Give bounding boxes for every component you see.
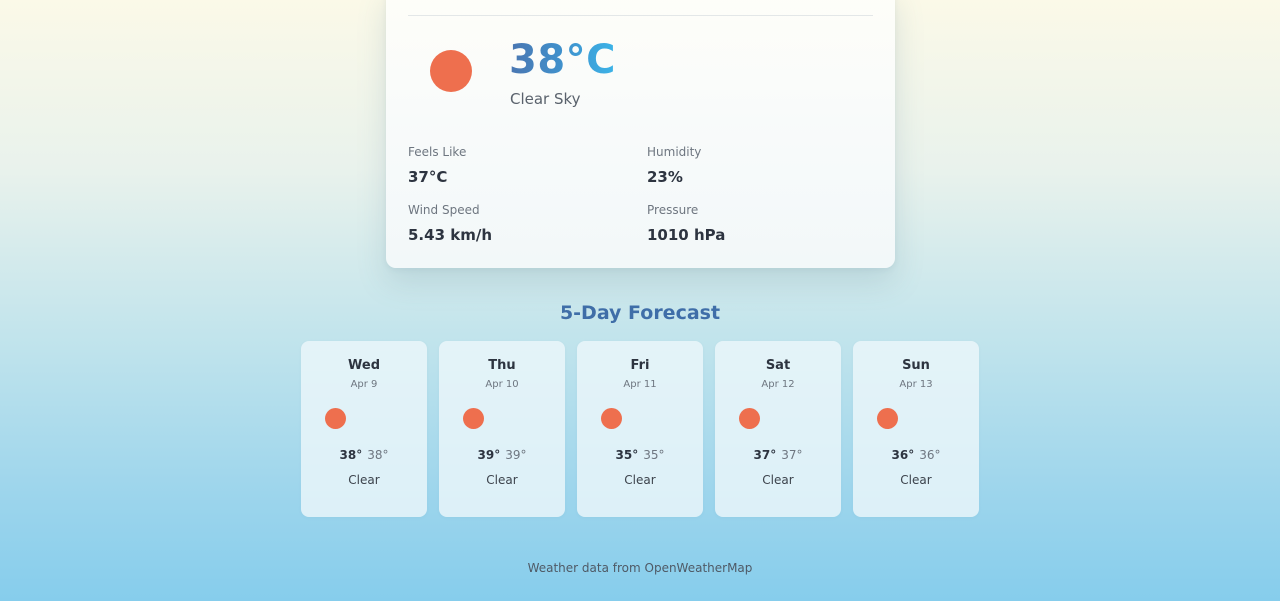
forecast-card-thu: Thu Apr 10 39° 39° Clear: [439, 341, 565, 517]
forecast-title: 5-Day Forecast: [559, 302, 721, 324]
forecast-date: Apr 12: [761, 379, 795, 390]
wind-speed-value: 5.43 km/h: [408, 226, 492, 244]
footer-attribution: Weather data from OpenWeatherMap: [527, 561, 753, 575]
weather-description: Clear Sky: [510, 90, 581, 108]
wind-speed-stat: Wind Speed 5.43 km/h: [408, 202, 492, 245]
forecast-day: Fri: [630, 358, 650, 373]
sun-icon: [877, 408, 898, 429]
forecast-condition: Clear: [900, 473, 932, 487]
forecast-high: 37°: [753, 448, 777, 462]
forecast-card-sat: Sat Apr 12 37° 37° Clear: [715, 341, 841, 517]
sun-icon: [463, 408, 484, 429]
forecast-low: 35°: [643, 448, 665, 462]
pressure-stat: Pressure 1010 hPa: [647, 202, 725, 245]
forecast-card-wed: Wed Apr 9 38° 38° Clear: [301, 341, 427, 517]
forecast-low: 39°: [505, 448, 527, 462]
forecast-temps: 38° 38°: [301, 447, 427, 463]
forecast-high: 39°: [477, 448, 501, 462]
forecast-low: 37°: [781, 448, 803, 462]
forecast-high: 36°: [891, 448, 915, 462]
wind-speed-label: Wind Speed: [408, 203, 480, 217]
forecast-date: Apr 11: [623, 379, 657, 390]
forecast-low: 38°: [367, 448, 389, 462]
forecast-date: Apr 9: [350, 379, 378, 390]
forecast-condition: Clear: [762, 473, 794, 487]
forecast-condition: Clear: [348, 473, 380, 487]
humidity-label: Humidity: [647, 145, 702, 159]
forecast-day: Thu: [488, 358, 516, 373]
forecast-condition: Clear: [624, 473, 656, 487]
current-weather-card: 38°C Clear Sky Feels Like 37°C Humidity …: [386, 0, 895, 268]
forecast-card-sun: Sun Apr 13 36° 36° Clear: [853, 341, 979, 517]
forecast-day: Sun: [902, 358, 930, 373]
forecast-day: Wed: [348, 358, 380, 373]
sun-icon: [325, 408, 346, 429]
feels-like-value: 37°C: [408, 168, 448, 186]
pressure-value: 1010 hPa: [647, 226, 726, 244]
current-temperature: 38°C: [509, 37, 617, 83]
feels-like-stat: Feels Like 37°C: [408, 144, 466, 187]
humidity-value: 23%: [647, 168, 683, 186]
sun-icon: [739, 408, 760, 429]
forecast-date: Apr 13: [899, 379, 933, 390]
pressure-label: Pressure: [647, 203, 699, 217]
card-divider: [408, 15, 873, 16]
sun-icon: [430, 50, 472, 92]
forecast-date: Apr 10: [485, 379, 519, 390]
forecast-day: Sat: [765, 358, 791, 373]
humidity-stat: Humidity 23%: [647, 144, 701, 187]
forecast-temps: 37° 37°: [715, 447, 841, 463]
forecast-temps: 35° 35°: [577, 447, 703, 463]
forecast-temps: 36° 36°: [853, 447, 979, 463]
sun-icon: [601, 408, 622, 429]
forecast-low: 36°: [919, 448, 941, 462]
feels-like-label: Feels Like: [408, 145, 467, 159]
forecast-temps: 39° 39°: [439, 447, 565, 463]
forecast-high: 35°: [615, 448, 639, 462]
forecast-condition: Clear: [486, 473, 518, 487]
forecast-list: Wed Apr 9 38° 38° Clear Thu Apr 10 39° 39°…: [301, 341, 981, 517]
forecast-card-fri: Fri Apr 11 35° 35° Clear: [577, 341, 703, 517]
forecast-high: 38°: [339, 448, 363, 462]
